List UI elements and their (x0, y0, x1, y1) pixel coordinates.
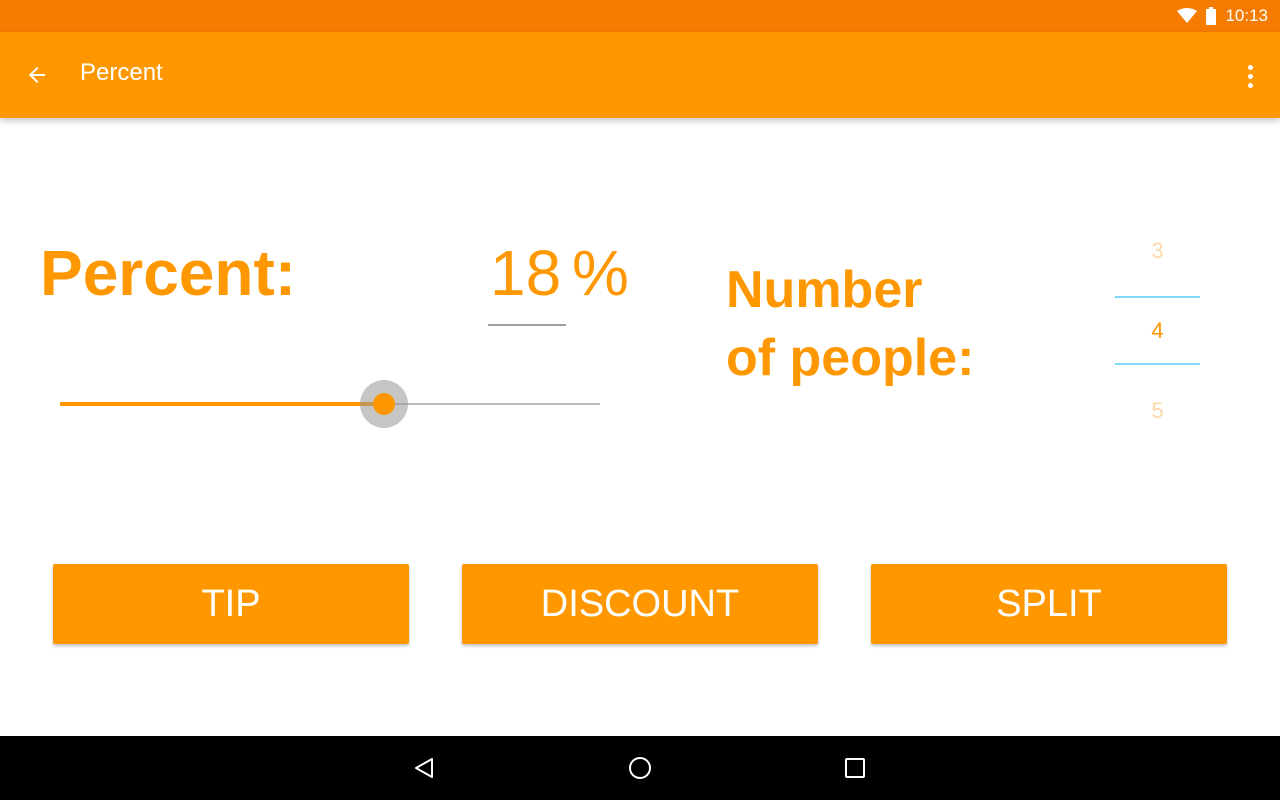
battery-icon (1205, 7, 1217, 25)
people-label-line2: of people: (726, 329, 975, 387)
status-clock: 10:13 (1225, 6, 1268, 25)
arrow-back-icon[interactable] (22, 60, 52, 90)
percent-label: Percent: (40, 237, 297, 309)
app-bar: Percent (0, 32, 1280, 118)
wifi-icon (1177, 8, 1198, 24)
page-title: Percent (80, 59, 163, 86)
nav-home-icon[interactable] (624, 752, 656, 784)
picker-option-prev[interactable]: 3 (1115, 238, 1200, 264)
slider-thumb[interactable] (373, 393, 395, 415)
split-button[interactable]: SPLIT (871, 564, 1227, 644)
people-number-picker[interactable]: 3 4 5 (1115, 220, 1200, 440)
percent-sign: % (572, 237, 629, 309)
status-bar: 10:13 (0, 0, 1280, 32)
nav-back-icon[interactable] (408, 752, 440, 784)
navigation-bar (0, 736, 1280, 800)
people-label: Number of people: (726, 246, 974, 402)
overflow-menu-icon[interactable] (1238, 60, 1262, 92)
picker-option-selected[interactable]: 4 (1115, 318, 1200, 344)
slider-fill (60, 402, 384, 406)
percent-value: 18 (490, 237, 562, 309)
picker-divider-top (1115, 296, 1200, 298)
nav-recents-icon[interactable] (839, 752, 871, 784)
percent-slider[interactable] (60, 380, 600, 428)
tip-button[interactable]: TIP (53, 564, 409, 644)
picker-option-next[interactable]: 5 (1115, 398, 1200, 424)
picker-divider-bottom (1115, 363, 1200, 365)
discount-button[interactable]: DISCOUNT (462, 564, 818, 644)
